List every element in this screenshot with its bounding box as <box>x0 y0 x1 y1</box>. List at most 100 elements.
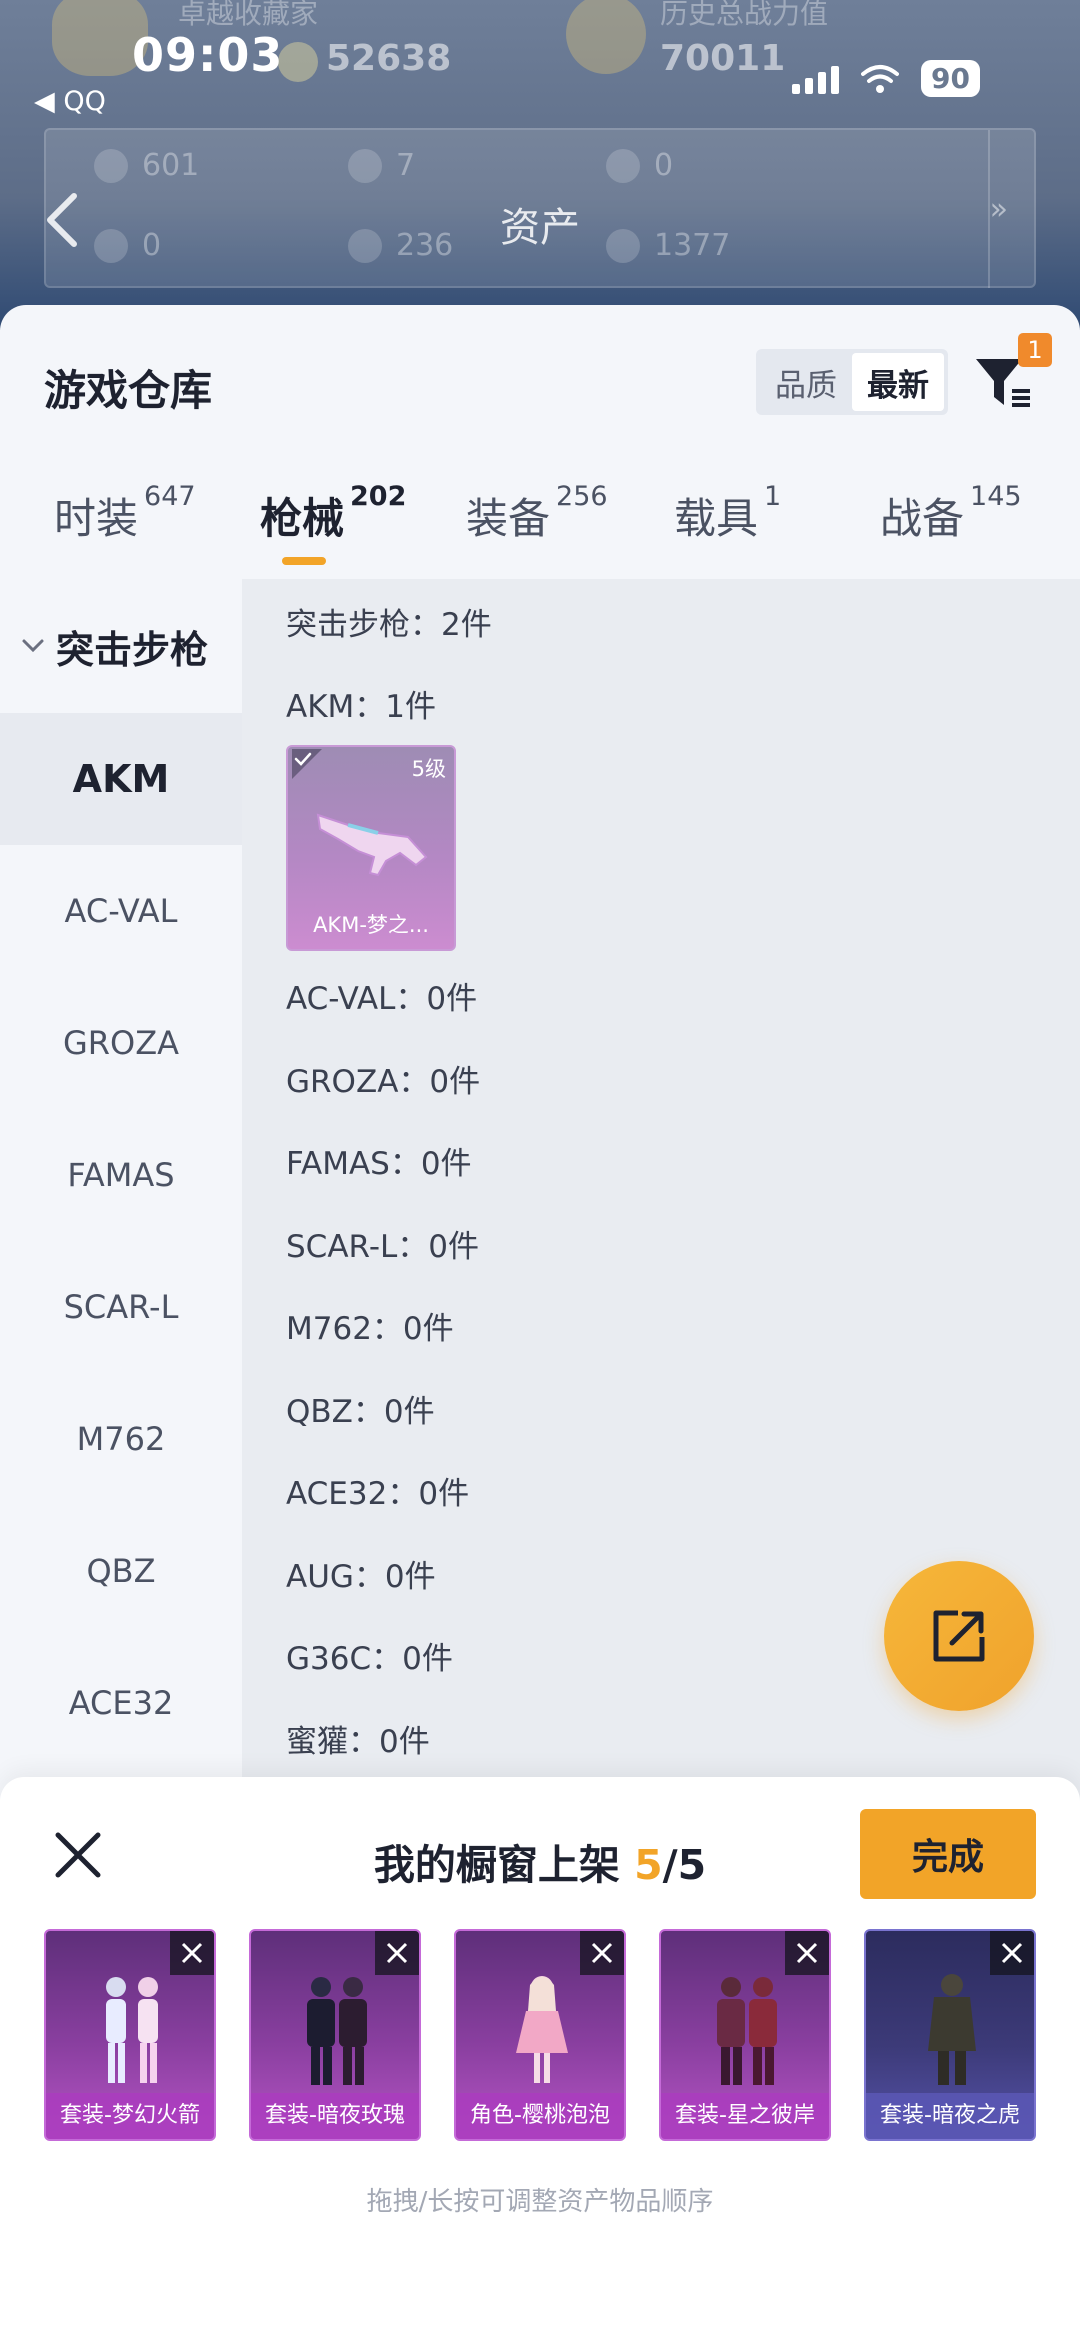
power-score: 70011 <box>660 38 786 79</box>
tab-count: 1 <box>764 481 782 512</box>
collector-score: 52638 <box>326 38 452 79</box>
tab-label: 装备 <box>466 494 551 543</box>
tab-count: 145 <box>970 481 1022 512</box>
list-item: 蜜獾：0件 <box>286 1724 430 1760</box>
showcase-slot[interactable]: 套装-梦幻火箭 <box>44 1929 216 2141</box>
weapon-item-card[interactable]: 5级 AKM-梦之... <box>286 745 456 951</box>
sidebar-group-assault-rifles[interactable]: 突击步枪 <box>0 579 242 713</box>
group-summary: 突击步枪：2件 <box>286 607 492 643</box>
sidebar-item-groza[interactable]: GROZA <box>0 977 242 1109</box>
sidebar-item-akm[interactable]: AKM <box>0 713 242 845</box>
showcase-slot[interactable]: 套装-暗夜玫瑰 <box>249 1929 421 2141</box>
sidebar-group-label: 突击步枪 <box>56 627 209 672</box>
slot-label: 套装-暗夜玫瑰 <box>251 2093 419 2139</box>
tab-equipment[interactable]: 装备 256 <box>466 481 608 546</box>
list-item: M762：0件 <box>286 1311 454 1347</box>
sort-latest[interactable]: 最新 <box>852 353 944 411</box>
asset-cell: 601 <box>94 148 199 183</box>
tab-firearms[interactable]: 枪械 202 <box>260 481 406 546</box>
weapon-category-sidebar: 突击步枪 AKM AC-VAL GROZA FAMAS SCAR-L M762 … <box>0 579 242 1899</box>
more-icon[interactable]: » <box>990 192 1008 227</box>
remove-icon[interactable] <box>170 1931 214 1975</box>
slot-label: 套装-星之彼岸 <box>661 2093 829 2139</box>
power-emblem <box>566 0 646 74</box>
page-title: 资产 <box>500 205 580 251</box>
filter-badge: 1 <box>1018 333 1052 367</box>
sort-toggle: 品质 最新 <box>756 349 948 415</box>
chevron-down-icon <box>22 639 44 653</box>
slot-label: 套装-暗夜之虎 <box>866 2093 1034 2139</box>
tab-count: 647 <box>144 481 196 512</box>
outfit-figure-icon <box>307 1977 367 2085</box>
wifi-icon <box>861 64 900 93</box>
tab-count: 202 <box>350 481 407 512</box>
sidebar-item-ace32[interactable]: ACE32 <box>0 1637 242 1769</box>
showcase-slot[interactable]: 套装-星之彼岸 <box>659 1929 831 2141</box>
status-icons: 90 <box>792 60 980 97</box>
outfit-figure-icon <box>928 1974 976 2085</box>
remove-icon[interactable] <box>785 1931 829 1975</box>
list-item: ACE32：0件 <box>286 1476 470 1512</box>
sidebar-item-m762[interactable]: M762 <box>0 1373 242 1505</box>
background-header: 卓越收藏家 历史总战力值 52638 70011 09:03 ◀ QQ 90 6… <box>0 0 1080 330</box>
tab-label: 时装 <box>54 494 139 543</box>
showcase-panel: 我的橱窗上架 5/5 完成 套装-梦幻火箭 套装-暗夜玫瑰 角色-樱桃泡泡 套装… <box>0 1777 1080 2341</box>
list-item: G36C：0件 <box>286 1641 453 1677</box>
list-item: SCAR-L：0件 <box>286 1229 479 1265</box>
battery-indicator: 90 <box>921 60 980 97</box>
back-to-app[interactable]: ◀ QQ <box>34 86 106 117</box>
list-item: FAMAS：0件 <box>286 1146 472 1182</box>
sidebar-item-qbz[interactable]: QBZ <box>0 1505 242 1637</box>
list-item: AKM：1件 <box>286 689 437 725</box>
character-figure-icon <box>516 1976 568 2083</box>
tab-vehicles[interactable]: 载具 1 <box>674 481 781 546</box>
sort-quality[interactable]: 品质 <box>760 353 852 411</box>
showcase-slot[interactable]: 角色-樱桃泡泡 <box>454 1929 626 2141</box>
asset-icon <box>94 148 128 183</box>
outfit-figure-icon <box>106 1977 158 2083</box>
category-tabs: 时装 647 枪械 202 装备 256 载具 1 战备 145 <box>0 481 1080 581</box>
share-button[interactable] <box>884 1561 1034 1711</box>
list-item: AUG：0件 <box>286 1559 436 1595</box>
asset-cell: 7 <box>348 148 415 183</box>
showcase-slots: 套装-梦幻火箭 套装-暗夜玫瑰 角色-樱桃泡泡 套装-星之彼岸 套装-暗夜之虎 <box>44 1929 1036 2141</box>
coin-icon <box>278 42 318 82</box>
active-tab-indicator <box>282 557 326 565</box>
tab-supplies[interactable]: 战备 145 <box>880 481 1022 546</box>
sidebar-item-ac-val[interactable]: AC-VAL <box>0 845 242 977</box>
warehouse-title: 游戏仓库 <box>44 366 213 415</box>
showcase-current-count: 5 <box>634 1841 663 1889</box>
list-item: GROZA：0件 <box>286 1064 481 1100</box>
signal-icon <box>792 64 840 94</box>
status-time: 09:03 <box>132 28 284 82</box>
rifle-icon <box>316 813 428 877</box>
sidebar-item-scar-l[interactable]: SCAR-L <box>0 1241 242 1373</box>
remove-icon[interactable] <box>375 1931 419 1975</box>
tab-fashion[interactable]: 时装 647 <box>54 481 196 546</box>
asset-cell: 0 <box>606 148 673 183</box>
item-name: AKM-梦之... <box>313 913 429 937</box>
slot-label: 套装-梦幻火箭 <box>46 2093 214 2139</box>
tab-count: 256 <box>556 481 608 512</box>
remove-icon[interactable] <box>990 1931 1034 1975</box>
tab-label: 载具 <box>674 494 759 543</box>
asset-icon <box>606 148 640 183</box>
share-icon <box>933 1610 985 1662</box>
list-item: AC-VAL：0件 <box>286 981 478 1017</box>
showcase-total-count: /5 <box>662 1841 707 1889</box>
list-item: QBZ：0件 <box>286 1394 435 1430</box>
power-title: 历史总战力值 <box>660 0 829 30</box>
sidebar-item-famas[interactable]: FAMAS <box>0 1109 242 1241</box>
showcase-slot[interactable]: 套装-暗夜之虎 <box>864 1929 1036 2141</box>
tab-label: 战备 <box>880 494 965 543</box>
remove-icon[interactable] <box>580 1931 624 1975</box>
done-button[interactable]: 完成 <box>860 1809 1036 1899</box>
asset-icon <box>348 148 382 183</box>
item-level: 5级 <box>411 757 446 781</box>
outfit-figure-icon <box>717 1977 777 2085</box>
slot-label: 角色-樱桃泡泡 <box>456 2093 624 2139</box>
reorder-hint: 拖拽/长按可调整资产物品顺序 <box>366 2187 714 2217</box>
check-icon <box>292 749 322 779</box>
showcase-title-text: 我的橱窗上架 <box>373 1841 635 1889</box>
tab-label: 枪械 <box>260 494 345 543</box>
